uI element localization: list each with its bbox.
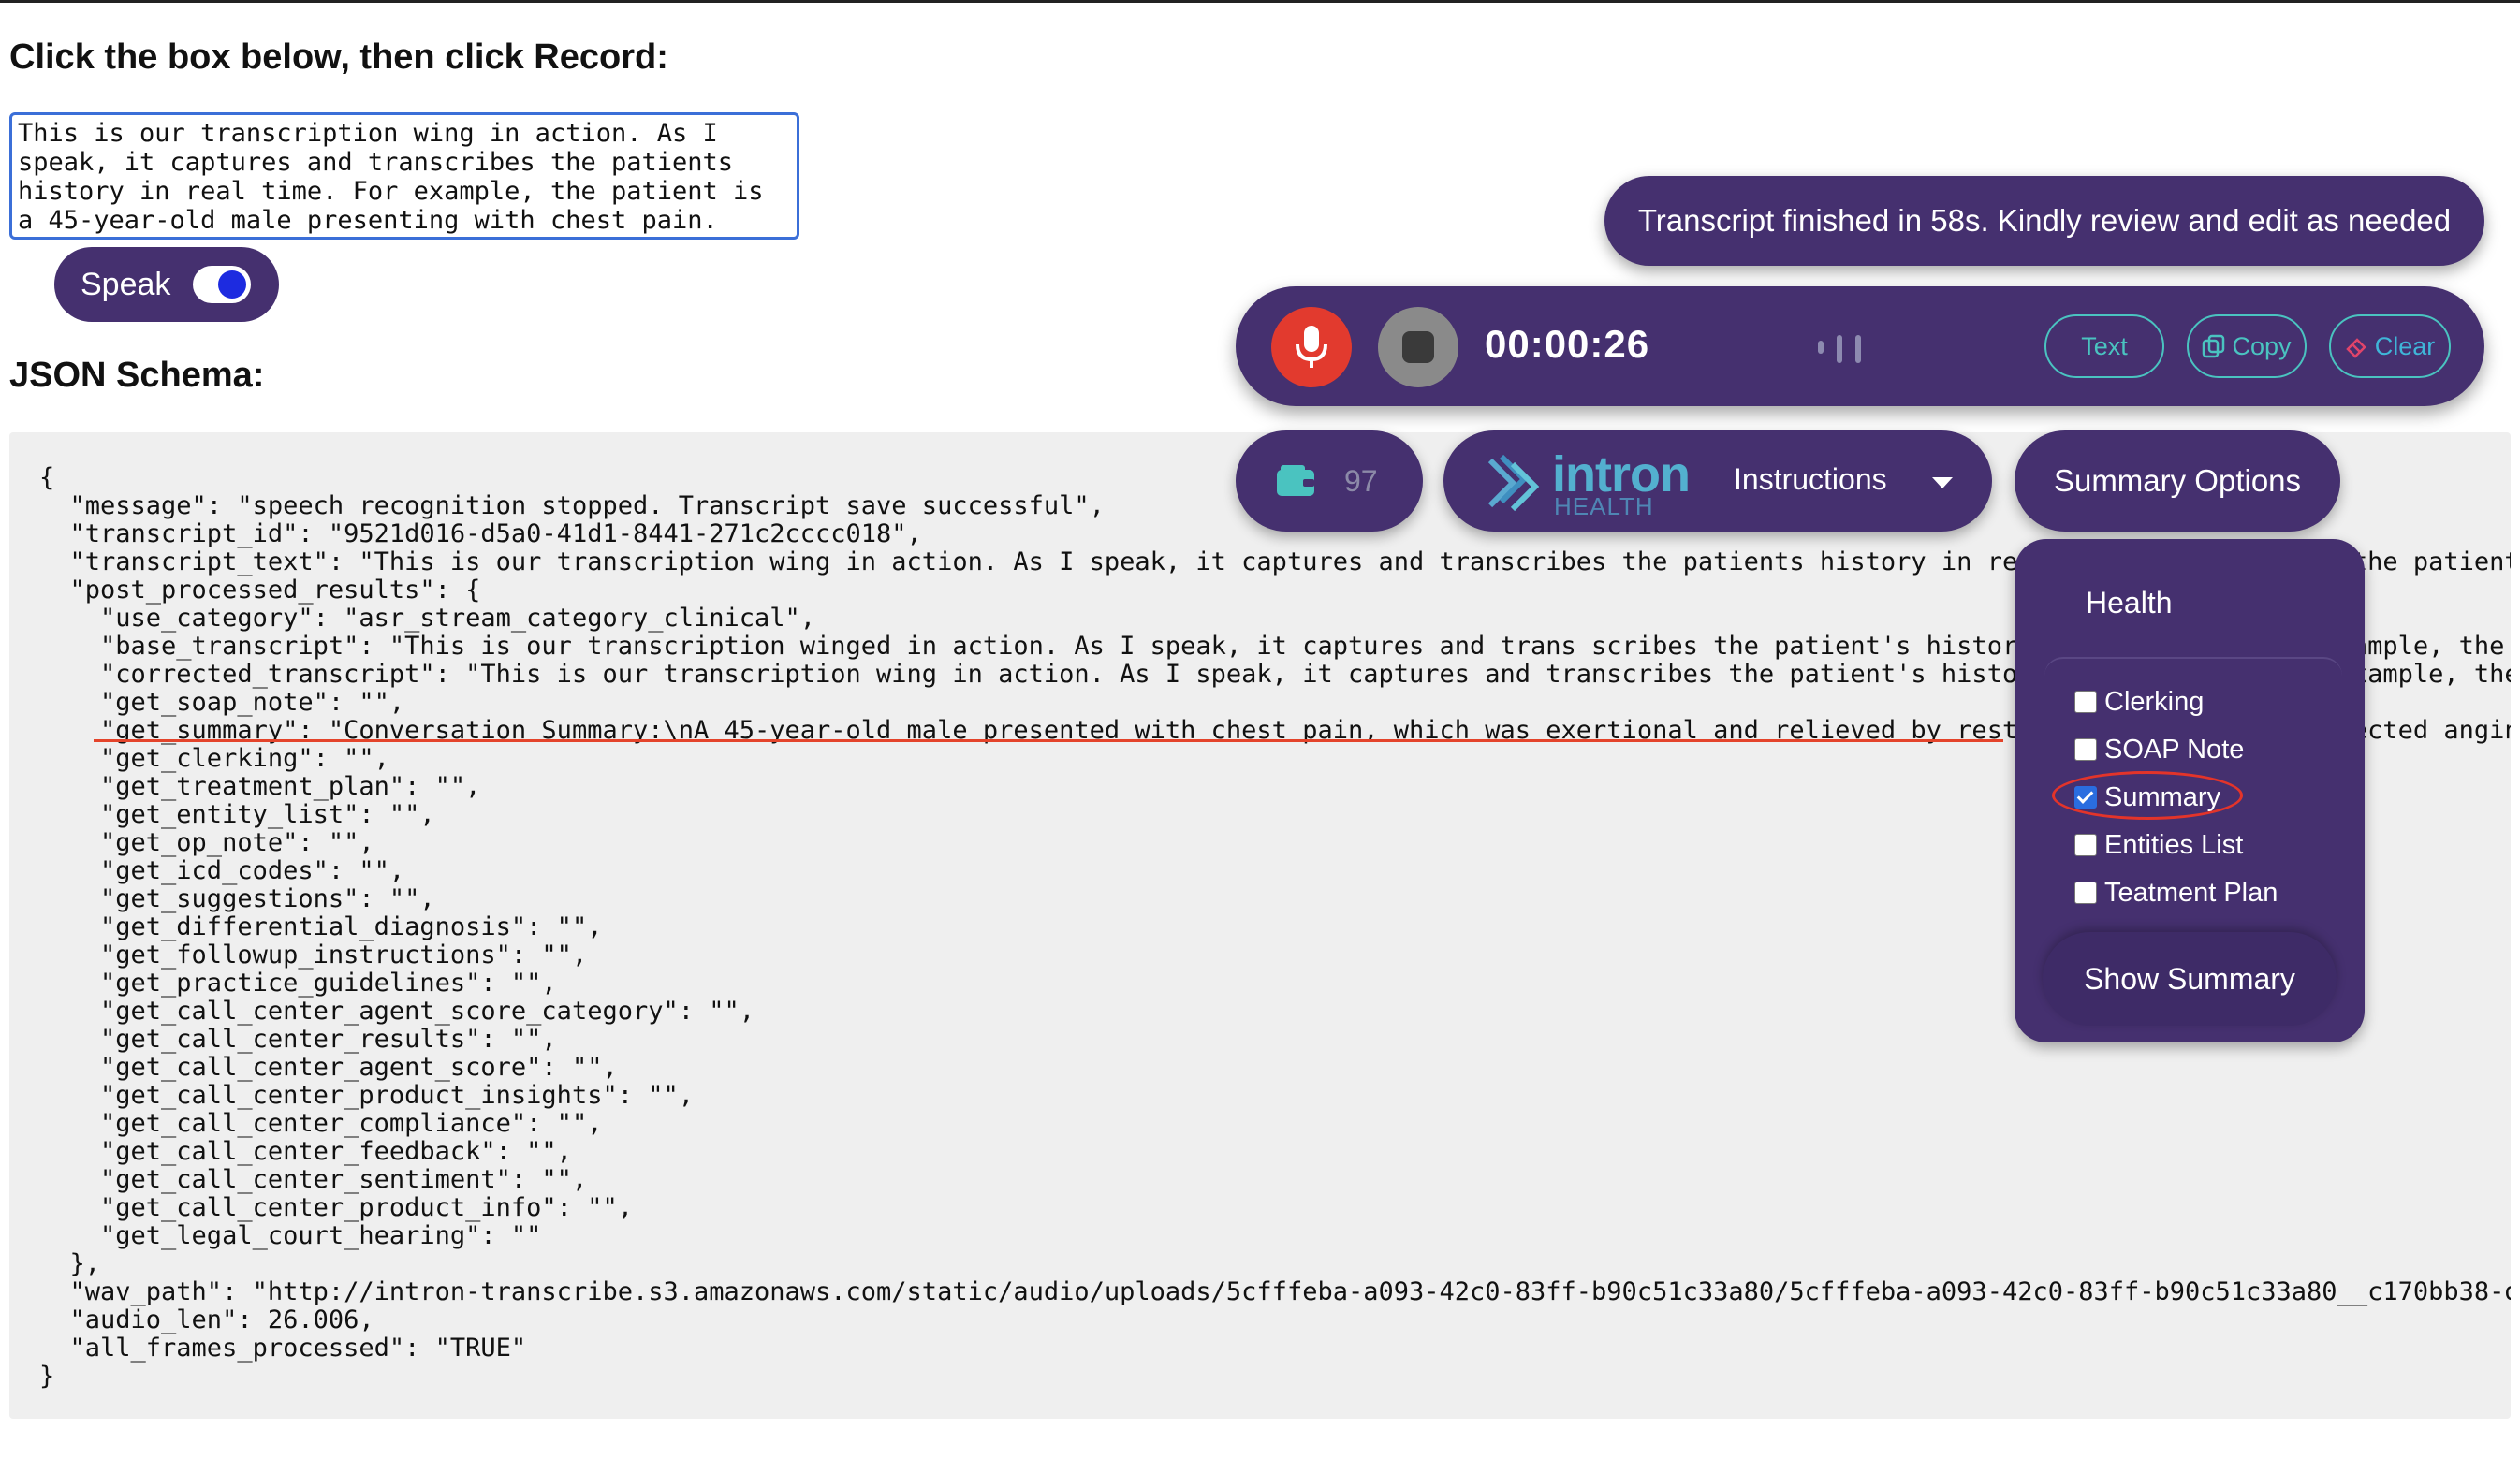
record-button[interactable] xyxy=(1271,307,1352,387)
option-label: SOAP Note xyxy=(2104,734,2245,765)
copy-button[interactable]: Copy xyxy=(2187,314,2307,378)
credits-badge[interactable]: 97 xyxy=(1236,430,1423,532)
menu-category-health: Health xyxy=(2086,586,2173,620)
copy-icon xyxy=(2203,334,2225,358)
option-label: Teatment Plan xyxy=(2104,877,2278,908)
credits-count: 97 xyxy=(1344,464,1378,498)
top-border xyxy=(0,0,2520,3)
recorder-bar: 00:00:26 Text Copy Clear xyxy=(1236,286,2484,406)
recording-timer: 00:00:26 xyxy=(1485,322,1650,366)
text-button[interactable]: Text xyxy=(2044,314,2164,378)
instructions-dropdown[interactable]: intron HEALTH Instructions xyxy=(1443,430,1992,532)
stop-button[interactable] xyxy=(1378,307,1458,387)
checkbox-treatment-plan[interactable] xyxy=(2074,882,2097,904)
option-label: Clerking xyxy=(2104,686,2205,717)
chevron-down-icon xyxy=(1932,477,1953,488)
summary-options-menu: Health Clerking SOAP Note Summary Entiti… xyxy=(2015,539,2365,1042)
speak-toggle-button[interactable]: Speak xyxy=(54,247,279,322)
microphone-icon xyxy=(1296,326,1327,368)
summary-options-label: Summary Options xyxy=(2053,463,2302,498)
transcript-textarea[interactable] xyxy=(9,112,799,240)
toggle-knob xyxy=(218,270,246,299)
menu-divider xyxy=(2044,657,2342,678)
intron-logo-icon xyxy=(1487,454,1540,512)
option-label: Entities List xyxy=(2104,829,2244,860)
option-entities-list[interactable]: Entities List xyxy=(2074,828,2243,862)
checkbox-clerking[interactable] xyxy=(2074,691,2097,713)
option-treatment-plan[interactable]: Teatment Plan xyxy=(2074,876,2278,910)
stop-icon xyxy=(1402,331,1434,363)
copy-button-label: Copy xyxy=(2232,331,2292,360)
clear-button-label: Clear xyxy=(2374,331,2436,360)
toast-message: Transcript finished in 58s. Kindly revie… xyxy=(1637,203,2452,238)
clear-button[interactable]: Clear xyxy=(2329,314,2451,378)
checkbox-entities-list[interactable] xyxy=(2074,834,2097,856)
show-summary-label: Show Summary xyxy=(2084,961,2295,996)
speak-label: Speak xyxy=(81,266,171,302)
show-summary-button[interactable]: Show Summary xyxy=(2043,932,2337,1026)
summary-highlight-annotation xyxy=(2052,771,2243,820)
wallet-icon xyxy=(1277,465,1314,496)
brand-sub: HEALTH xyxy=(1554,492,1654,520)
speak-toggle-switch[interactable] xyxy=(193,266,251,303)
schema-heading: JSON Schema: xyxy=(9,356,265,395)
transcript-finished-toast: Transcript finished in 58s. Kindly revie… xyxy=(1604,176,2484,266)
eraser-icon xyxy=(2345,338,2366,358)
instructions-label: Instructions xyxy=(1734,462,1887,496)
prompt-heading: Click the box below, then click Record: xyxy=(9,37,668,77)
summary-underline-annotation xyxy=(94,739,2003,742)
summary-options-button[interactable]: Summary Options xyxy=(2015,430,2340,532)
audio-level-icon xyxy=(1818,331,1874,363)
text-button-label: Text xyxy=(2081,331,2128,360)
option-soap-note[interactable]: SOAP Note xyxy=(2074,733,2244,766)
option-clerking[interactable]: Clerking xyxy=(2074,685,2204,719)
checkbox-soap-note[interactable] xyxy=(2074,738,2097,761)
